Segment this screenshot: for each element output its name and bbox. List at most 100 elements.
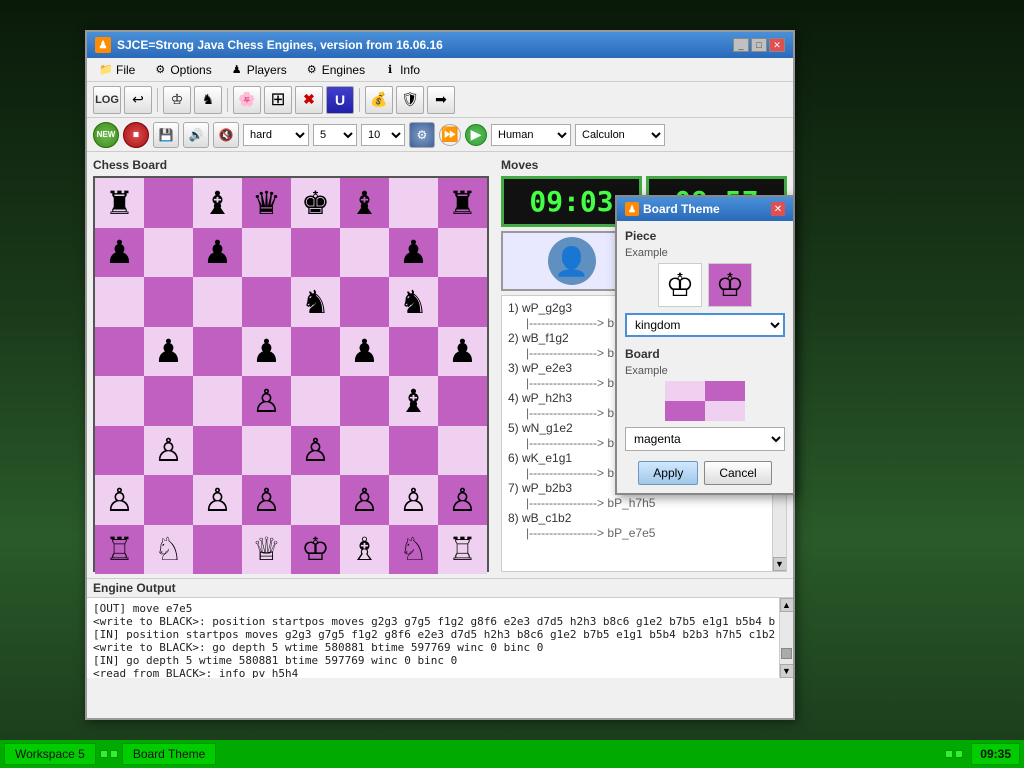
square-7-3[interactable]: ♕ [242, 525, 291, 575]
engine-scroll-down[interactable]: ▼ [780, 664, 794, 678]
square-5-0[interactable] [95, 426, 144, 476]
square-0-1[interactable] [144, 178, 193, 228]
square-1-4[interactable] [291, 228, 340, 278]
grid-button[interactable]: ⊞ [264, 86, 292, 114]
logout-button[interactable]: ➡ [427, 86, 455, 114]
flower-button[interactable]: 🌸 [233, 86, 261, 114]
engine-select[interactable]: Calculon Stockfish Crafty [575, 124, 665, 146]
player-type-select[interactable]: Human Computer [491, 124, 571, 146]
stop-button[interactable]: ⏹ [123, 122, 149, 148]
square-2-6[interactable]: ♞ [389, 277, 438, 327]
engine-scroll-thumb[interactable] [781, 648, 792, 658]
square-7-7[interactable]: ♖ [438, 525, 487, 575]
square-7-2[interactable] [193, 525, 242, 575]
square-3-3[interactable]: ♟ [242, 327, 291, 377]
square-0-7[interactable]: ♜ [438, 178, 487, 228]
square-7-1[interactable]: ♘ [144, 525, 193, 575]
square-3-4[interactable] [291, 327, 340, 377]
square-6-1[interactable] [144, 475, 193, 525]
square-4-1[interactable] [144, 376, 193, 426]
scroll-down[interactable]: ▼ [773, 557, 787, 571]
dialog-close-button[interactable]: ✕ [771, 202, 785, 216]
square-0-6[interactable] [389, 178, 438, 228]
square-2-0[interactable] [95, 277, 144, 327]
square-5-3[interactable] [242, 426, 291, 476]
square-5-7[interactable] [438, 426, 487, 476]
square-6-6[interactable]: ♙ [389, 475, 438, 525]
square-6-2[interactable]: ♙ [193, 475, 242, 525]
square-3-5[interactable]: ♟ [340, 327, 389, 377]
piece-style-select[interactable]: kingdom classic modern alpha [625, 313, 785, 337]
square-1-2[interactable]: ♟ [193, 228, 242, 278]
close-button[interactable]: ✕ [769, 38, 785, 52]
square-0-3[interactable]: ♛ [242, 178, 291, 228]
square-7-0[interactable]: ♖ [95, 525, 144, 575]
settings-button[interactable]: ⚙ [409, 122, 435, 148]
engine-scroll-track[interactable] [780, 612, 793, 664]
square-2-4[interactable]: ♞ [291, 277, 340, 327]
menu-options[interactable]: ⚙ Options [145, 61, 219, 79]
sound-button[interactable]: 🔊 [183, 122, 209, 148]
shield-button[interactable]: 🛡 [396, 86, 424, 114]
u-button[interactable]: U [326, 86, 354, 114]
square-6-7[interactable]: ♙ [438, 475, 487, 525]
square-4-0[interactable] [95, 376, 144, 426]
square-5-4[interactable]: ♙ [291, 426, 340, 476]
square-4-5[interactable] [340, 376, 389, 426]
square-4-4[interactable] [291, 376, 340, 426]
square-1-1[interactable] [144, 228, 193, 278]
square-4-2[interactable] [193, 376, 242, 426]
forward-arrow[interactable]: ▶ [465, 124, 487, 146]
square-5-1[interactable]: ♙ [144, 426, 193, 476]
minimize-button[interactable]: _ [733, 38, 749, 52]
square-2-5[interactable] [340, 277, 389, 327]
maximize-button[interactable]: □ [751, 38, 767, 52]
square-7-6[interactable]: ♘ [389, 525, 438, 575]
square-3-0[interactable] [95, 327, 144, 377]
square-4-7[interactable] [438, 376, 487, 426]
square-0-5[interactable]: ♝ [340, 178, 389, 228]
menu-info[interactable]: ℹ Info [375, 61, 428, 79]
square-7-4[interactable]: ♔ [291, 525, 340, 575]
square-5-2[interactable] [193, 426, 242, 476]
mute-button[interactable]: 🔇 [213, 122, 239, 148]
square-5-5[interactable] [340, 426, 389, 476]
square-4-3[interactable]: ♙ [242, 376, 291, 426]
square-1-0[interactable]: ♟ [95, 228, 144, 278]
menu-players[interactable]: ♟ Players [222, 61, 295, 79]
taskbar-workspace[interactable]: Workspace 5 [4, 743, 96, 765]
square-3-7[interactable]: ♟ [438, 327, 487, 377]
square-3-6[interactable] [389, 327, 438, 377]
square-1-7[interactable] [438, 228, 487, 278]
square-6-5[interactable]: ♙ [340, 475, 389, 525]
square-3-2[interactable] [193, 327, 242, 377]
x-button[interactable]: ✖ [295, 86, 323, 114]
square-4-6[interactable]: ♝ [389, 376, 438, 426]
cancel-button[interactable]: Cancel [704, 461, 771, 485]
chess-board[interactable]: ♜♝♛♚♝♜♟♟♟♞♞♟♟♟♟♙♝♙♙♙♙♙♙♙♙♖♘♕♔♗♘♖ [93, 176, 489, 572]
square-3-1[interactable]: ♟ [144, 327, 193, 377]
engine-scroll-up[interactable]: ▲ [780, 598, 794, 612]
menu-file[interactable]: 📁 File [91, 61, 143, 79]
square-2-7[interactable] [438, 277, 487, 327]
square-2-3[interactable] [242, 277, 291, 327]
coins-button[interactable]: 💰 [365, 86, 393, 114]
apply-button[interactable]: Apply [638, 461, 698, 485]
square-6-3[interactable]: ♙ [242, 475, 291, 525]
undo-button[interactable]: ↩ [124, 86, 152, 114]
save-button[interactable]: 💾 [153, 122, 179, 148]
board-color-select[interactable]: magenta green brown blue grey [625, 427, 785, 451]
black-piece-button[interactable]: ♞ [194, 86, 222, 114]
depth-select[interactable]: 5 1234 678 [313, 124, 357, 146]
square-6-0[interactable]: ♙ [95, 475, 144, 525]
square-0-2[interactable]: ♝ [193, 178, 242, 228]
log-button[interactable]: LOG [93, 86, 121, 114]
square-1-5[interactable] [340, 228, 389, 278]
square-6-4[interactable] [291, 475, 340, 525]
time-select[interactable]: 10 5152030 [361, 124, 405, 146]
new-game-button[interactable]: NEW [93, 122, 119, 148]
square-7-5[interactable]: ♗ [340, 525, 389, 575]
back-arrow[interactable]: ⏩ [439, 124, 461, 146]
difficulty-select[interactable]: hard easy medium expert [243, 124, 309, 146]
engine-scrollbar[interactable]: ▲ ▼ [779, 598, 793, 678]
